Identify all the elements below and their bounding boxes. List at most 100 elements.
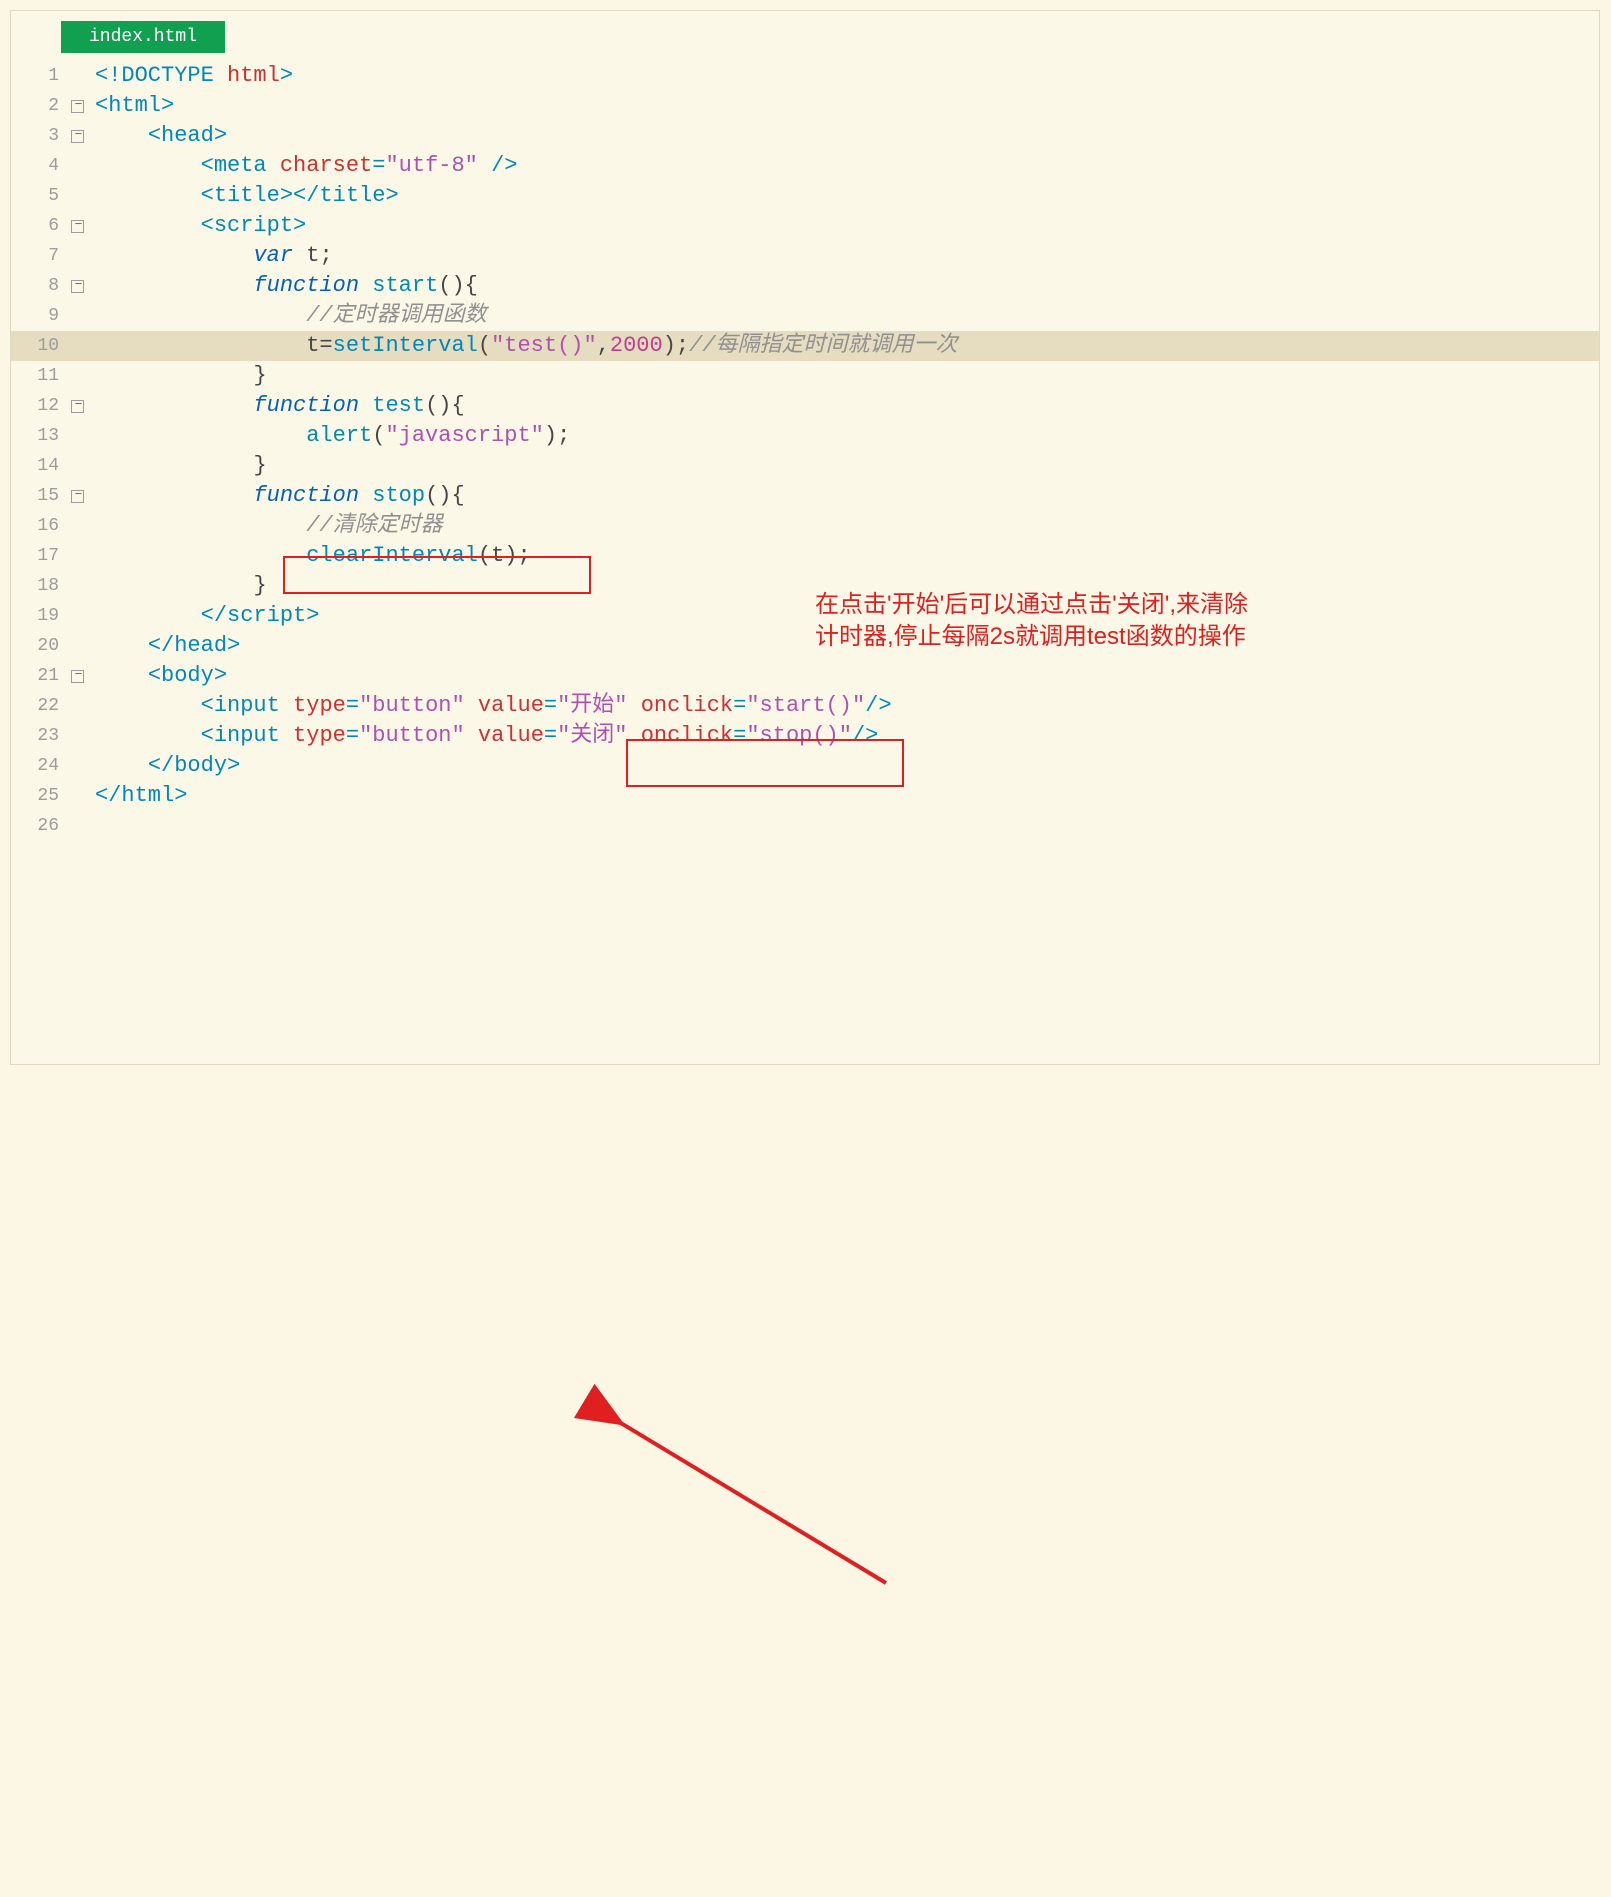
line-number: 9 (11, 301, 69, 331)
line-number: 14 (11, 451, 69, 481)
code-area: 1<!DOCTYPE html>2<html>3 <head>4 <meta c… (11, 61, 1599, 841)
fold-toggle[interactable] (69, 211, 89, 241)
annotation-arrow (11, 841, 1601, 1896)
fold-toggle (69, 151, 89, 181)
line-number: 16 (11, 511, 69, 541)
code-line: 1 <!DOCTYPE html> (11, 61, 1599, 91)
fold-toggle (69, 781, 89, 811)
code-line: 13 alert("javascript"); (11, 421, 1599, 451)
code-content: <script> (89, 211, 1599, 241)
code-line: 6 <script> (11, 211, 1599, 241)
line-number: 15 (11, 481, 69, 511)
fold-toggle[interactable] (69, 91, 89, 121)
code-content: } (89, 451, 1599, 481)
line-number: 23 (11, 721, 69, 751)
line-number: 20 (11, 631, 69, 661)
line-number: 25 (11, 781, 69, 811)
code-line: 18 } (11, 571, 1599, 601)
code-line: 4 <meta charset="utf-8" /> (11, 151, 1599, 181)
code-line: 17 clearInterval(t); (11, 541, 1599, 571)
line-number: 3 (11, 121, 69, 151)
code-content: <meta charset="utf-8" /> (89, 151, 1599, 181)
line-number: 18 (11, 571, 69, 601)
code-line: 10 t=setInterval("test()",2000);//每隔指定时间… (11, 331, 1599, 361)
fold-toggle (69, 451, 89, 481)
line-number: 4 (11, 151, 69, 181)
fold-toggle (69, 631, 89, 661)
code-line: 26 (11, 811, 1599, 841)
fold-toggle (69, 721, 89, 751)
fold-toggle (69, 421, 89, 451)
code-line: 7 var t; (11, 241, 1599, 271)
code-content: <input type="button" value="开始" onclick=… (89, 691, 1599, 721)
fold-toggle (69, 541, 89, 571)
code-content: <title></title> (89, 181, 1599, 211)
annotation-line2: 计时器,停止每隔2s就调用test函数的操作 (815, 621, 1248, 653)
code-line: 2 <html> (11, 91, 1599, 121)
fold-toggle (69, 301, 89, 331)
annotation-text: 在点击'开始'后可以通过点击'关闭',来清除 计时器,停止每隔2s就调用test… (815, 589, 1248, 653)
code-content: <!DOCTYPE html> (89, 61, 1599, 91)
code-line: 20 </head> (11, 631, 1599, 661)
code-content: function start(){ (89, 271, 1599, 301)
file-tab[interactable]: index.html (61, 21, 225, 53)
fold-toggle (69, 61, 89, 91)
code-line: 14 } (11, 451, 1599, 481)
fold-toggle (69, 811, 89, 841)
line-number: 6 (11, 211, 69, 241)
code-line: 11 } (11, 361, 1599, 391)
code-line: 3 <head> (11, 121, 1599, 151)
code-line: 15 function stop(){ (11, 481, 1599, 511)
line-number: 21 (11, 661, 69, 691)
line-number: 1 (11, 61, 69, 91)
line-number: 19 (11, 601, 69, 631)
fold-toggle (69, 571, 89, 601)
code-content: <body> (89, 661, 1599, 691)
fold-toggle (69, 181, 89, 211)
code-line: 8 function start(){ (11, 271, 1599, 301)
line-number: 12 (11, 391, 69, 421)
fold-toggle[interactable] (69, 661, 89, 691)
code-line: 12 function test(){ (11, 391, 1599, 421)
fold-toggle (69, 601, 89, 631)
code-content: <html> (89, 91, 1599, 121)
line-number: 2 (11, 91, 69, 121)
code-line: 9 //定时器调用函数 (11, 301, 1599, 331)
annotation-box-onclick-stop (626, 739, 904, 787)
line-number: 24 (11, 751, 69, 781)
line-number: 8 (11, 271, 69, 301)
line-number: 22 (11, 691, 69, 721)
code-content: function stop(){ (89, 481, 1599, 511)
line-number: 13 (11, 421, 69, 451)
fold-toggle (69, 691, 89, 721)
code-content: <head> (89, 121, 1599, 151)
code-content: //清除定时器 (89, 511, 1599, 541)
line-number: 5 (11, 181, 69, 211)
code-line: 19 </script> (11, 601, 1599, 631)
fold-toggle (69, 511, 89, 541)
fold-toggle (69, 241, 89, 271)
code-content: alert("javascript"); (89, 421, 1599, 451)
line-number: 26 (11, 811, 69, 841)
annotation-line1: 在点击'开始'后可以通过点击'关闭',来清除 (815, 589, 1248, 621)
line-number: 17 (11, 541, 69, 571)
fold-toggle[interactable] (69, 391, 89, 421)
line-number: 10 (11, 331, 69, 361)
code-content (89, 811, 1599, 841)
code-line: 21 <body> (11, 661, 1599, 691)
fold-toggle[interactable] (69, 271, 89, 301)
line-number: 11 (11, 361, 69, 391)
code-content: } (89, 361, 1599, 391)
code-content: //定时器调用函数 (89, 301, 1599, 331)
code-line: 5 <title></title> (11, 181, 1599, 211)
annotation-box-clearinterval (283, 556, 591, 594)
code-line: 16 //清除定时器 (11, 511, 1599, 541)
code-editor: index.html 1<!DOCTYPE html>2<html>3 <hea… (10, 10, 1600, 1065)
fold-toggle[interactable] (69, 121, 89, 151)
fold-toggle[interactable] (69, 481, 89, 511)
fold-toggle (69, 361, 89, 391)
code-content: t=setInterval("test()",2000);//每隔指定时间就调用… (89, 331, 1599, 361)
fold-toggle (69, 751, 89, 781)
fold-toggle (69, 331, 89, 361)
line-number: 7 (11, 241, 69, 271)
